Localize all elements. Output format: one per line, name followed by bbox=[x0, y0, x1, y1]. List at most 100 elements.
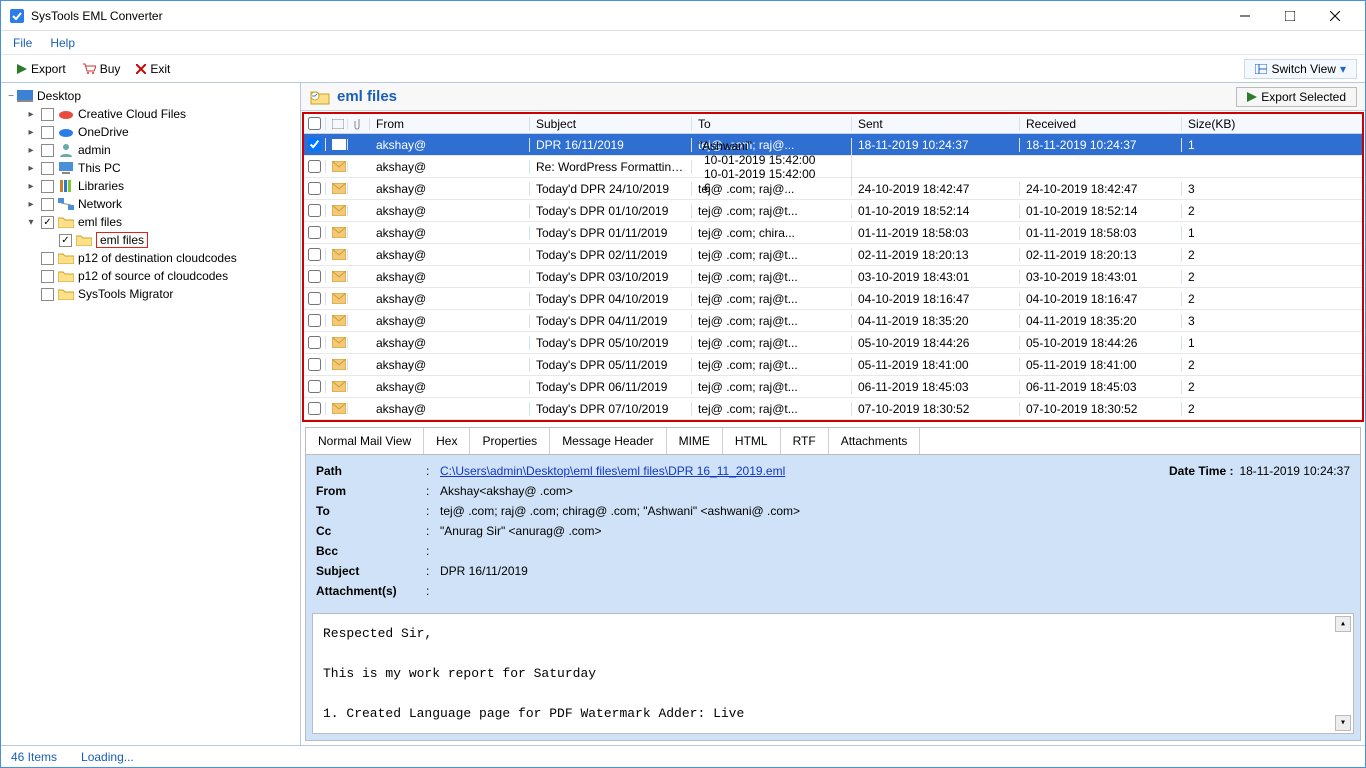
cell-received: 04-10-2019 18:16:47 bbox=[1020, 292, 1182, 306]
header-received[interactable]: Received bbox=[1020, 117, 1182, 131]
export-selected-button[interactable]: Export Selected bbox=[1236, 87, 1357, 107]
preview-tab[interactable]: Message Header bbox=[550, 428, 666, 454]
exit-button[interactable]: Exit bbox=[128, 60, 178, 78]
tree-checkbox[interactable] bbox=[41, 270, 54, 283]
row-checkbox[interactable] bbox=[304, 160, 326, 173]
preview-tab[interactable]: Normal Mail View bbox=[306, 428, 424, 454]
tree-item[interactable]: p12 of source of cloudcodes bbox=[3, 267, 298, 285]
exit-label: Exit bbox=[150, 62, 170, 76]
scroll-down-button[interactable]: ▾ bbox=[1335, 715, 1351, 731]
tree-item[interactable]: ▾✓eml files bbox=[3, 213, 298, 231]
row-checkbox[interactable] bbox=[304, 248, 326, 261]
row-checkbox[interactable] bbox=[304, 204, 326, 217]
header-checkbox[interactable] bbox=[304, 117, 326, 130]
preview-tab[interactable]: RTF bbox=[781, 428, 829, 454]
expand-icon[interactable]: ▾ bbox=[25, 217, 37, 228]
scroll-up-button[interactable]: ▴ bbox=[1335, 616, 1351, 632]
expand-icon[interactable]: ▸ bbox=[25, 163, 37, 174]
tree-item[interactable]: ▸ admin bbox=[3, 141, 298, 159]
tree-item[interactable]: ▸Network bbox=[3, 195, 298, 213]
table-row[interactable]: akshay@Re: WordPress Formatting Is..."As… bbox=[304, 156, 1362, 178]
tree-item-label: admin bbox=[78, 143, 111, 157]
header-size[interactable]: Size(KB) bbox=[1182, 117, 1292, 131]
tree-root[interactable]: − Desktop bbox=[3, 87, 298, 105]
cell-to: tej@ .com; raj@t... bbox=[692, 336, 852, 350]
tree-checkbox[interactable]: ✓ bbox=[59, 234, 72, 247]
tree-item[interactable]: ▸ Libraries bbox=[3, 177, 298, 195]
expand-icon[interactable]: ▸ bbox=[25, 127, 37, 138]
tree-item[interactable]: SysTools Migrator bbox=[3, 285, 298, 303]
preview-tab[interactable]: HTML bbox=[723, 428, 781, 454]
table-row[interactable]: akshay@Today's DPR 06/11/2019tej@ .com; … bbox=[304, 376, 1362, 398]
cell-to: tej@ .com; raj@t... bbox=[692, 402, 852, 416]
cell-size: 1 bbox=[1182, 138, 1292, 152]
table-row[interactable]: akshay@Today's DPR 05/10/2019tej@ .com; … bbox=[304, 332, 1362, 354]
table-row[interactable]: akshay@Today's DPR 03/10/2019tej@ .com; … bbox=[304, 266, 1362, 288]
table-row[interactable]: akshay@Today's DPR 04/10/2019tej@ .com; … bbox=[304, 288, 1362, 310]
expand-icon[interactable]: ▸ bbox=[25, 199, 37, 210]
path-value[interactable]: C:\Users\admin\Desktop\eml files\eml fil… bbox=[440, 464, 785, 478]
tree-checkbox[interactable] bbox=[41, 180, 54, 193]
table-row[interactable]: akshay@Today's DPR 02/11/2019tej@ .com; … bbox=[304, 244, 1362, 266]
cell-subject: Today's DPR 04/10/2019 bbox=[530, 292, 692, 306]
tree-checkbox[interactable]: ✓ bbox=[41, 216, 54, 229]
cell-sent: 07-10-2019 18:30:52 bbox=[852, 402, 1020, 416]
tree-checkbox[interactable] bbox=[41, 108, 54, 121]
tree-checkbox[interactable] bbox=[41, 126, 54, 139]
expand-icon[interactable]: ▸ bbox=[25, 109, 37, 120]
table-row[interactable]: akshay@Today'd DPR 24/10/2019tej@ .com; … bbox=[304, 178, 1362, 200]
close-button[interactable] bbox=[1312, 2, 1357, 30]
preview-tab[interactable]: Properties bbox=[470, 428, 550, 454]
buy-button[interactable]: Buy bbox=[74, 60, 129, 78]
table-row[interactable]: akshay@Today's DPR 04/11/2019tej@ .com; … bbox=[304, 310, 1362, 332]
content: − Desktop ▸Creative Cloud Files▸OneDrive… bbox=[1, 83, 1365, 745]
preview-tab[interactable]: Attachments bbox=[829, 428, 921, 454]
app-icon bbox=[9, 8, 25, 24]
tree-item[interactable]: ▸This PC bbox=[3, 159, 298, 177]
tree-item-label: Libraries bbox=[78, 179, 124, 193]
row-checkbox[interactable] bbox=[304, 292, 326, 305]
row-checkbox[interactable] bbox=[304, 358, 326, 371]
tree-checkbox[interactable] bbox=[41, 162, 54, 175]
expand-icon[interactable]: ▸ bbox=[25, 145, 37, 156]
tree-checkbox[interactable] bbox=[41, 252, 54, 265]
tree-item[interactable]: ✓eml files bbox=[3, 231, 298, 249]
tree-checkbox[interactable] bbox=[41, 144, 54, 157]
row-checkbox[interactable] bbox=[304, 226, 326, 239]
tree-checkbox[interactable] bbox=[41, 288, 54, 301]
row-checkbox[interactable] bbox=[304, 380, 326, 393]
menu-file[interactable]: File bbox=[13, 36, 32, 50]
switch-view-button[interactable]: Switch View ▾ bbox=[1244, 59, 1357, 79]
row-checkbox[interactable] bbox=[304, 138, 326, 151]
row-checkbox[interactable] bbox=[304, 182, 326, 195]
minimize-button[interactable] bbox=[1222, 2, 1267, 30]
folder-tree[interactable]: − Desktop ▸Creative Cloud Files▸OneDrive… bbox=[1, 83, 301, 745]
tree-item[interactable]: ▸Creative Cloud Files bbox=[3, 105, 298, 123]
cell-received: 05-11-2019 18:41:00 bbox=[1020, 358, 1182, 372]
row-checkbox[interactable] bbox=[304, 336, 326, 349]
row-checkbox[interactable] bbox=[304, 402, 326, 415]
export-button[interactable]: Export bbox=[9, 60, 74, 78]
collapse-icon[interactable]: − bbox=[5, 91, 17, 102]
preview-tab[interactable]: MIME bbox=[667, 428, 723, 454]
row-checkbox[interactable] bbox=[304, 314, 326, 327]
table-row[interactable]: akshay@Today's DPR 01/10/2019tej@ .com; … bbox=[304, 200, 1362, 222]
message-body[interactable]: Respected Sir, This is my work report fo… bbox=[312, 613, 1354, 734]
header-to[interactable]: To bbox=[692, 117, 852, 131]
row-checkbox[interactable] bbox=[304, 270, 326, 283]
header-subject[interactable]: Subject bbox=[530, 117, 692, 131]
table-row[interactable]: akshay@Today's DPR 05/11/2019tej@ .com; … bbox=[304, 354, 1362, 376]
header-from[interactable]: From bbox=[370, 117, 530, 131]
preview-tab[interactable]: Hex bbox=[424, 428, 470, 454]
cell-sent: 06-11-2019 18:45:03 bbox=[852, 380, 1020, 394]
menu-help[interactable]: Help bbox=[50, 36, 75, 50]
table-row[interactable]: akshay@Today's DPR 07/10/2019tej@ .com; … bbox=[304, 398, 1362, 420]
cell-from: akshay@ bbox=[370, 182, 530, 196]
tree-checkbox[interactable] bbox=[41, 198, 54, 211]
tree-item[interactable]: p12 of destination cloudcodes bbox=[3, 249, 298, 267]
maximize-button[interactable] bbox=[1267, 2, 1312, 30]
table-row[interactable]: akshay@Today's DPR 01/11/2019tej@ .com; … bbox=[304, 222, 1362, 244]
tree-item[interactable]: ▸OneDrive bbox=[3, 123, 298, 141]
header-sent[interactable]: Sent bbox=[852, 117, 1020, 131]
expand-icon[interactable]: ▸ bbox=[25, 181, 37, 192]
